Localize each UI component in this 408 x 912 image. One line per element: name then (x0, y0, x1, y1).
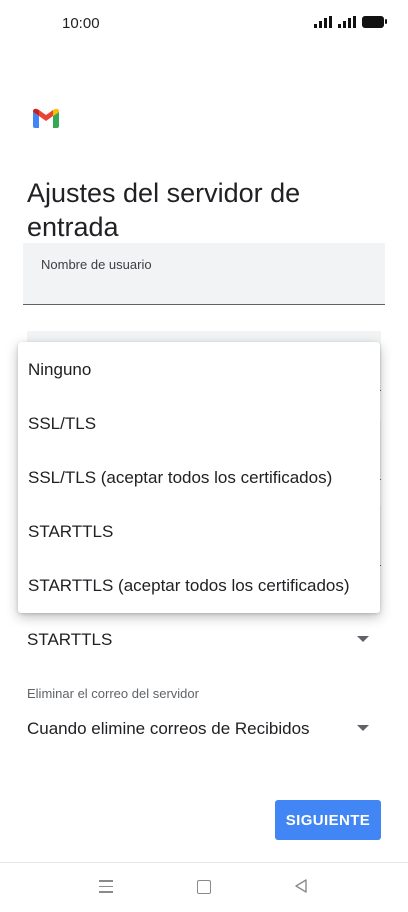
gmail-logo-icon (33, 108, 59, 128)
battery-icon (362, 16, 387, 28)
delete-mail-label: Eliminar el correo del servidor (27, 686, 199, 701)
menu-item-ssl-tls-accept-all[interactable]: SSL/TLS (aceptar todos los certificados) (18, 451, 380, 505)
delete-mail-value: Cuando elimine correos de Recibidos (27, 719, 310, 738)
menu-item-starttls-accept-all[interactable]: STARTTLS (aceptar todos los certificados… (18, 559, 380, 613)
menu-item-starttls[interactable]: STARTTLS (18, 505, 380, 559)
status-bar: 10:00 (0, 0, 408, 46)
username-field-label: Nombre de usuario (41, 257, 152, 272)
username-field[interactable]: Nombre de usuario (23, 243, 385, 305)
nav-home-icon[interactable] (197, 880, 211, 894)
next-button[interactable]: SIGUIENTE (275, 800, 381, 840)
security-type-select[interactable]: STARTTLS (27, 623, 377, 657)
nav-back-icon[interactable] (294, 879, 308, 893)
menu-item-ninguno[interactable]: Ninguno (18, 343, 380, 397)
page-title: Ajustes del servidor de entrada (27, 178, 301, 243)
menu-item-ssl-tls[interactable]: SSL/TLS (18, 397, 380, 451)
navigation-bar (0, 862, 408, 912)
dropdown-arrow-icon (357, 636, 369, 642)
security-type-value: STARTTLS (27, 630, 113, 649)
status-time: 10:00 (62, 15, 100, 32)
status-icons (314, 16, 387, 28)
signal-icon (338, 16, 356, 28)
signal-icon (314, 16, 332, 28)
security-type-menu[interactable]: Ninguno SSL/TLS SSL/TLS (aceptar todos l… (18, 342, 380, 613)
dropdown-arrow-icon (357, 725, 369, 731)
nav-menu-icon[interactable] (99, 880, 113, 897)
delete-mail-select[interactable]: Cuando elimine correos de Recibidos (27, 712, 377, 746)
